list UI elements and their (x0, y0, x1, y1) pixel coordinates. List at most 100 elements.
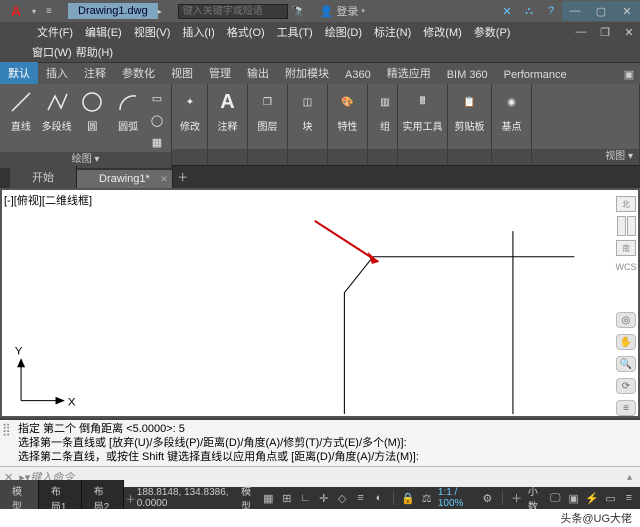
login-button[interactable]: 👤 登录 ▾ (320, 3, 365, 19)
monitor-icon[interactable]: 🖵 (548, 489, 562, 507)
grid-icon[interactable]: ▦ (261, 489, 275, 507)
doc-restore-icon[interactable]: ❐ (594, 22, 616, 42)
exchange-icon[interactable]: ✕ (496, 1, 518, 21)
rtab-output[interactable]: 输出 (239, 62, 277, 84)
transparency-icon[interactable]: ◐ (372, 489, 386, 507)
cmd-handle-icon[interactable]: ⣿ (2, 422, 11, 436)
appstore-icon[interactable]: ⛬ (518, 1, 540, 21)
cleanscreen-icon[interactable]: ▭ (603, 489, 617, 507)
close-icon[interactable]: ✕ (614, 1, 640, 21)
rtab-default[interactable]: 默认 (0, 62, 38, 84)
maximize-icon[interactable]: ▢ (588, 1, 614, 21)
menu-draw[interactable]: 绘图(D) (320, 22, 367, 42)
hatch-icon[interactable]: ▦ (147, 132, 167, 152)
lock-icon[interactable]: 🔒 (401, 489, 415, 507)
menu-param[interactable]: 参数(P) (469, 22, 516, 42)
rtab-view[interactable]: 视图 (163, 62, 201, 84)
viewcube-west[interactable] (617, 216, 626, 236)
ortho-icon[interactable]: ∟ (298, 489, 312, 507)
panel-prop-label[interactable] (328, 149, 367, 165)
rect-icon[interactable]: ▭ (147, 88, 167, 108)
panel-util-label[interactable] (398, 149, 447, 165)
doctab-close-icon[interactable]: ✕ (160, 174, 168, 185)
panel-group-label[interactable] (368, 149, 397, 165)
menu-edit[interactable]: 编辑(E) (80, 22, 127, 42)
drawing-canvas[interactable]: [-][俯视][二维线框] X Y 北 (0, 188, 640, 418)
navbar-showmore-icon[interactable]: ≡ (616, 400, 636, 416)
menu-modify[interactable]: 修改(M) (418, 22, 467, 42)
tool-annot[interactable]: A注释 (212, 88, 243, 133)
menu-insert[interactable]: 插入(I) (177, 22, 219, 42)
rtab-manage[interactable]: 管理 (201, 62, 239, 84)
menu-help[interactable]: 帮助(H) (76, 44, 113, 60)
qat-dropdown-icon[interactable]: ▾ (32, 7, 46, 16)
rtab-annot[interactable]: 注释 (76, 62, 114, 84)
panel-block-label[interactable] (288, 149, 327, 165)
panel-clip-label[interactable] (448, 149, 491, 165)
tool-circle[interactable]: 圆 (76, 88, 110, 133)
viewcube-south[interactable]: 南 (616, 240, 636, 256)
layout-add-button[interactable]: ＋ (124, 491, 136, 506)
panel-modify-label[interactable] (172, 149, 207, 165)
doctab-start[interactable]: 开始 (10, 166, 77, 188)
rtab-param[interactable]: 参数化 (114, 62, 163, 84)
rtab-featured[interactable]: 精选应用 (379, 62, 439, 84)
annoscale-icon[interactable]: ⚖ (419, 489, 433, 507)
viewcube-east[interactable] (627, 216, 636, 236)
navbar-pan-icon[interactable]: ✋ (616, 334, 636, 350)
tool-arc[interactable]: 圆弧 (111, 88, 145, 133)
tool-clip[interactable]: 📋剪贴板 (452, 88, 487, 133)
hardware-icon[interactable]: ⚡ (585, 489, 599, 507)
rtab-insert[interactable]: 插入 (38, 62, 76, 84)
tool-util[interactable]: 🖩实用工具 (402, 88, 443, 133)
menu-tools[interactable]: 工具(T) (272, 22, 318, 42)
doctab-add-button[interactable]: ＋ (173, 166, 193, 188)
panel-view-label[interactable]: 视图 ▾ (532, 149, 639, 165)
rtab-a360[interactable]: A360 (337, 66, 379, 84)
tool-prop[interactable]: 🎨特性 (332, 88, 363, 133)
doctab-drawing1[interactable]: Drawing1*✕ (77, 170, 173, 188)
menu-file[interactable]: 文件(F) (32, 22, 78, 42)
tool-layer[interactable]: ❐图层 (252, 88, 283, 133)
ellipse-icon[interactable]: ◯ (147, 110, 167, 130)
ribbon-expand-icon[interactable]: ▣ (618, 64, 640, 84)
navbar-zoom-icon[interactable]: 🔍 (616, 356, 636, 372)
isolate-icon[interactable]: ▣ (566, 489, 580, 507)
panel-layer-label[interactable] (248, 149, 287, 165)
doc-close-icon[interactable]: ✕ (618, 22, 640, 42)
cmd-scroll-up-icon[interactable]: ▴ (623, 472, 636, 483)
wcs-label[interactable]: WCS (616, 262, 637, 272)
lweight-icon[interactable]: ≡ (353, 489, 367, 507)
navbar-wheel-icon[interactable]: ◎ (616, 312, 636, 328)
tool-modify[interactable]: ✦修改 (176, 88, 204, 133)
panel-annot-label[interactable] (208, 149, 247, 165)
help-icon[interactable]: ? (540, 1, 562, 21)
panel-base-label[interactable] (492, 149, 531, 165)
tool-polyline[interactable]: 多段线 (40, 88, 74, 133)
doc-dropdown-icon[interactable]: ▸ (158, 7, 172, 16)
tool-group[interactable]: ▥组 (372, 88, 398, 133)
menu-window[interactable]: 窗口(W) (32, 44, 72, 60)
navbar-orbit-icon[interactable]: ⟳ (616, 378, 636, 394)
plus-icon[interactable]: ＋ (509, 489, 523, 507)
minimize-icon[interactable]: — (562, 1, 588, 21)
status-scale[interactable]: 1:1 / 100% (438, 487, 476, 509)
menu-dim[interactable]: 标注(N) (369, 22, 416, 42)
qat-list-icon[interactable]: ≡ (46, 6, 60, 17)
rtab-bim360[interactable]: BIM 360 (439, 66, 496, 84)
menu-view[interactable]: 视图(V) (129, 22, 176, 42)
menu-format[interactable]: 格式(O) (222, 22, 270, 42)
tool-line[interactable]: 直线 (4, 88, 38, 133)
gear-icon[interactable]: ⚙ (480, 489, 494, 507)
app-logo-icon[interactable]: A (4, 1, 28, 21)
doc-min-icon[interactable]: — (570, 22, 592, 42)
tool-base[interactable]: ◉基点 (496, 88, 527, 133)
rtab-addon[interactable]: 附加模块 (277, 62, 337, 84)
tool-block[interactable]: ◫块 (292, 88, 323, 133)
rtab-perf[interactable]: Performance (496, 66, 575, 84)
binoculars-icon[interactable]: 🔭 (288, 1, 310, 21)
snap-icon[interactable]: ⊞ (280, 489, 294, 507)
osnap-icon[interactable]: ◇ (335, 489, 349, 507)
viewcube-north[interactable]: 北 (616, 196, 636, 212)
polar-icon[interactable]: ✛ (316, 489, 330, 507)
